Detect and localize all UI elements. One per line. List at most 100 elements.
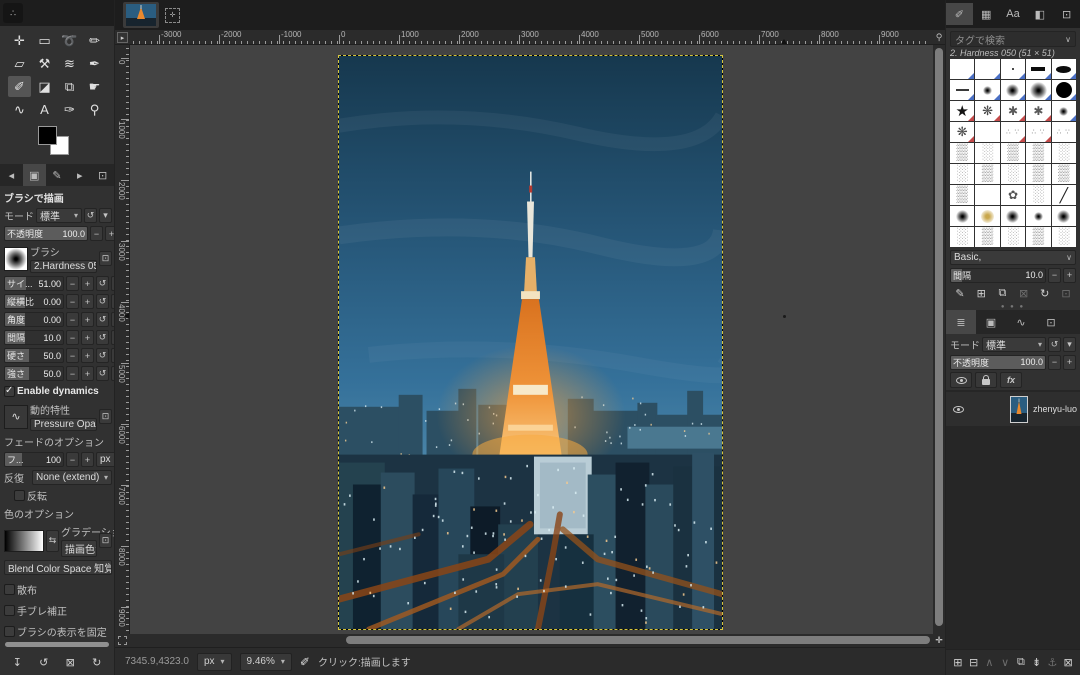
anchor-layer-button[interactable]: ⚓	[1045, 655, 1061, 671]
fade-unit-dropdown[interactable]: px▾	[96, 452, 114, 467]
gradient-tool[interactable]: ✒	[83, 53, 106, 74]
slider-decrease-button[interactable]: −	[66, 348, 79, 363]
slider-dynamics-button[interactable]: ʃ	[111, 330, 114, 345]
brush-item[interactable]	[1026, 59, 1050, 79]
tab-patterns[interactable]: ▦	[973, 3, 1000, 25]
layer-mode-dropdown[interactable]: 標準▾	[982, 337, 1046, 352]
navigation-preview-button[interactable]: ✛	[933, 634, 945, 647]
delete-tool-preset-button[interactable]: ⊠	[62, 654, 78, 670]
brush-item[interactable]	[950, 59, 974, 79]
dynamics-select-button[interactable]: Pressure Opacity	[30, 418, 97, 431]
fade-increase-button[interactable]: +	[81, 452, 94, 467]
layer-name[interactable]: zhenyu-luo	[1033, 404, 1077, 414]
crop-tool[interactable]: ▱	[8, 53, 31, 74]
layer-mode-reset-button[interactable]: ↺	[1048, 337, 1061, 352]
brush-item[interactable]	[1026, 185, 1050, 205]
option-slider[interactable]: 硬さ50.0	[4, 348, 64, 363]
brush-item[interactable]	[975, 101, 999, 121]
new-brush-button[interactable]: ⊞	[973, 285, 989, 301]
gradient-flip-button[interactable]: ⇆	[46, 530, 59, 552]
slider-increase-button[interactable]: +	[81, 366, 94, 381]
slider-decrease-button[interactable]: −	[66, 294, 79, 309]
brush-tag-filter-dropdown[interactable]: Basic,∨	[950, 250, 1076, 265]
reset-tool-options-button[interactable]: ↻	[89, 654, 105, 670]
move-tool[interactable]: ✛	[8, 30, 31, 51]
layer-visibility-toggle[interactable]	[949, 401, 967, 417]
slider-reset-button[interactable]: ↺	[96, 276, 109, 291]
slider-reset-button[interactable]: ↺	[96, 366, 109, 381]
tab-device-status[interactable]: ✎	[46, 164, 69, 186]
paths-tool[interactable]: ∿	[8, 99, 31, 120]
brush-select-button[interactable]: 2.Hardness 050	[30, 260, 97, 273]
brush-item[interactable]	[950, 80, 974, 100]
mode-dropdown[interactable]: 標準▾	[36, 208, 82, 223]
new-layer-button[interactable]: ⊞	[950, 655, 966, 671]
slider-reset-button[interactable]: ↺	[96, 348, 109, 363]
gradient-edit-button[interactable]: ⊡	[99, 533, 112, 548]
slider-dynamics-button[interactable]: ʃ	[111, 276, 114, 291]
merge-down-button[interactable]: ⇟	[1029, 655, 1045, 671]
dock-menu-button[interactable]: ⊡	[1036, 310, 1066, 334]
new-layer-group-button[interactable]: ⊟	[966, 655, 982, 671]
brush-item[interactable]	[1001, 101, 1025, 121]
opacity-decrease-button[interactable]: −	[90, 226, 103, 241]
paintbrush-tool[interactable]: ✐	[8, 76, 31, 97]
option-checkbox[interactable]	[4, 605, 15, 616]
slider-increase-button[interactable]: +	[81, 276, 94, 291]
dock-back-arrow[interactable]: ◂	[0, 164, 23, 186]
brush-item[interactable]	[975, 227, 999, 247]
vertical-scrollbar[interactable]	[933, 45, 945, 634]
slider-increase-button[interactable]: +	[81, 294, 94, 309]
brush-item[interactable]	[1001, 185, 1025, 205]
brush-item[interactable]	[975, 164, 999, 184]
lower-layer-button[interactable]: ∨	[997, 655, 1013, 671]
brush-item[interactable]	[1026, 143, 1050, 163]
duplicate-layer-button[interactable]: ⧉	[1013, 655, 1029, 671]
reverse-checkbox[interactable]	[14, 490, 25, 501]
brush-item[interactable]	[950, 122, 974, 142]
brush-item[interactable]	[1026, 227, 1050, 247]
brush-item[interactable]	[1026, 206, 1050, 226]
canvas-menu-button[interactable]: ▸	[117, 32, 128, 43]
brush-item[interactable]	[1052, 80, 1076, 100]
delete-brush-button[interactable]: ⊠	[1016, 285, 1032, 301]
tab-brushes[interactable]: ✐	[946, 3, 973, 25]
brush-tag-search[interactable]: タグで検索∨	[950, 31, 1076, 47]
brush-item[interactable]	[1001, 227, 1025, 247]
option-slider[interactable]: 強さ50.0	[4, 366, 64, 381]
dynamics-preview[interactable]: ∿	[4, 405, 28, 429]
brush-item[interactable]	[1001, 164, 1025, 184]
layer-opacity-slider[interactable]: 不透明度 100.0	[950, 355, 1046, 370]
brush-item[interactable]	[975, 80, 999, 100]
slider-increase-button[interactable]: +	[81, 312, 94, 327]
brush-item[interactable]	[975, 59, 999, 79]
text-tool[interactable]: A	[33, 99, 56, 120]
brush-item[interactable]	[950, 143, 974, 163]
free-select-tool[interactable]: ➰	[58, 30, 81, 51]
tool-options-scrollbar[interactable]	[5, 642, 109, 647]
brush-item[interactable]	[950, 185, 974, 205]
brush-item[interactable]	[1026, 122, 1050, 142]
option-slider[interactable]: 間隔10.0	[4, 330, 64, 345]
edit-brush-button[interactable]: ✎	[952, 285, 968, 301]
dock-menu-button[interactable]: ⊡	[91, 164, 114, 186]
measure-tool[interactable]: ✏	[83, 30, 106, 51]
slider-decrease-button[interactable]: −	[66, 312, 79, 327]
vertical-scrollbar-thumb[interactable]	[935, 48, 943, 626]
layer-mode-menu-button[interactable]: ▾	[1063, 337, 1076, 352]
rectangle-select-tool[interactable]: ▭	[33, 30, 56, 51]
bucket-fill-tool[interactable]: ≋	[58, 53, 81, 74]
empty-image-tab-icon[interactable]: ✛	[165, 8, 180, 23]
brush-item[interactable]	[975, 206, 999, 226]
gradient-select-button[interactable]: 描画色から	[61, 540, 97, 557]
option-slider[interactable]: 縦横比0.00	[4, 294, 64, 309]
brush-item[interactable]	[950, 227, 974, 247]
slider-decrease-button[interactable]: −	[66, 276, 79, 291]
brush-spacing-slider[interactable]: 間隔 10.0	[950, 268, 1046, 283]
brush-preview[interactable]	[4, 247, 28, 271]
smudge-tool[interactable]: ☛	[83, 76, 106, 97]
option-slider[interactable]: サイ...51.00	[4, 276, 64, 291]
eraser-tool[interactable]: ◪	[33, 76, 56, 97]
dock-forward-arrow[interactable]: ▸	[68, 164, 91, 186]
brush-item[interactable]	[1001, 80, 1025, 100]
